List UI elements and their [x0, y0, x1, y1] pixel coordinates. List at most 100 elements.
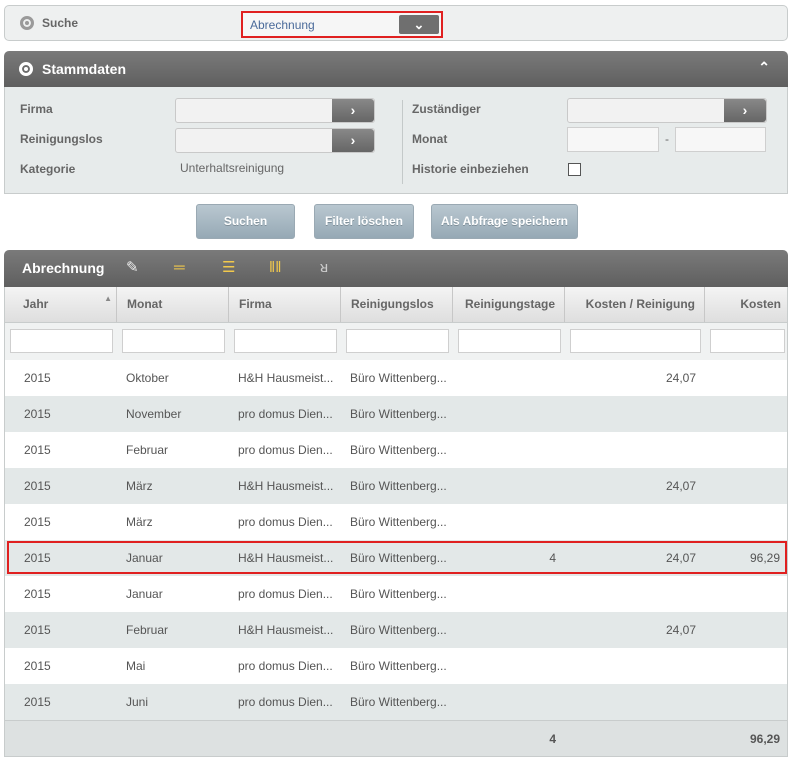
table-row[interactable]: 2015 Januar pro domus Dien... Büro Witte… — [4, 576, 788, 612]
chevron-up-icon[interactable]: ⌃ — [758, 59, 770, 76]
search-select[interactable]: Abrechnung ⌄ — [241, 11, 443, 38]
cell-jahr: 2015 — [24, 659, 51, 673]
cell-reinigungslos: Büro Wittenberg... — [350, 479, 447, 493]
cell-kosten — [709, 612, 780, 648]
filter-firma-input[interactable] — [234, 329, 337, 353]
multi-line-icon[interactable]: ☰ — [222, 258, 235, 278]
grid-column-headers: Jahr ▲ Monat Firma Reinigungslos Reinigu… — [4, 287, 788, 323]
cell-reinigungslos: Büro Wittenberg... — [350, 515, 447, 529]
column-header-kosten[interactable]: Kosten — [705, 287, 787, 322]
cell-firma: pro domus Dien... — [238, 443, 333, 457]
sort-asc-icon: ▲ — [104, 294, 112, 303]
reinigungslos-label: Reinigungslos — [20, 132, 103, 146]
cell-kosten-reinigung: 24,07 — [665, 371, 696, 385]
columns-icon[interactable]: ‖‖ — [269, 258, 281, 278]
cell-kosten — [709, 684, 780, 720]
gear-icon — [20, 16, 34, 30]
cell-kosten — [709, 396, 780, 432]
cell-jahr: 2015 — [24, 695, 51, 709]
monat-to-input[interactable] — [675, 127, 766, 152]
cell-jahr: 2015 — [24, 623, 51, 637]
stammdaten-header: Stammdaten ⌃ — [4, 51, 788, 87]
cell-reinigungslos: Büro Wittenberg... — [350, 659, 447, 673]
cell-jahr: 2015 — [24, 443, 51, 457]
cell-firma: pro domus Dien... — [238, 587, 333, 601]
chevron-right-icon[interactable]: › — [332, 129, 374, 152]
column-header-firma[interactable]: Firma — [229, 287, 341, 322]
cell-jahr: 2015 — [24, 371, 51, 385]
column-header-kosten-reinigung[interactable]: Kosten / Reinigung — [565, 287, 705, 322]
cell-kosten-reinigung: 24,07 — [665, 479, 696, 493]
cell-jahr: 2015 — [24, 407, 51, 421]
cell-firma: pro domus Dien... — [238, 515, 333, 529]
cell-kosten — [709, 648, 780, 684]
column-header-monat[interactable]: Monat — [117, 287, 229, 322]
table-row[interactable]: 2015 Juni pro domus Dien... Büro Wittenb… — [4, 684, 788, 720]
column-header-reinigungslos[interactable]: Reinigungslos — [341, 287, 453, 322]
cell-monat: Februar — [126, 443, 169, 457]
cell-reinigungslos: Büro Wittenberg... — [350, 443, 447, 457]
suchen-button[interactable]: Suchen — [196, 204, 295, 239]
table-row[interactable]: 2015 November pro domus Dien... Büro Wit… — [4, 396, 788, 432]
single-line-icon[interactable]: ═ — [174, 258, 185, 278]
cell-monat: November — [126, 407, 182, 421]
cell-monat: Mai — [126, 659, 146, 673]
firma-picker[interactable]: › — [175, 98, 375, 123]
chevron-right-icon[interactable]: › — [332, 99, 374, 122]
grid-header: Abrechnung ✎ ═ ☰ ‖‖ ᴚ — [4, 250, 788, 287]
table-row[interactable]: 2015 März pro domus Dien... Büro Wittenb… — [4, 504, 788, 540]
cell-kosten-reinigung: 24,07 — [665, 623, 696, 637]
cell-monat: Juni — [126, 695, 149, 709]
filter-monat-input[interactable] — [122, 329, 225, 353]
total-reinigungstage: 4 — [549, 732, 556, 746]
chevron-down-icon[interactable]: ⌄ — [399, 15, 439, 34]
cell-monat: Februar — [126, 623, 169, 637]
table-row[interactable]: 2015 Februar H&H Hausmeist... Büro Witte… — [4, 612, 788, 648]
cell-reinigungstage — [457, 504, 556, 540]
cell-reinigungslos: Büro Wittenberg... — [350, 587, 447, 601]
als-abfrage-speichern-button[interactable]: Als Abfrage speichern — [431, 204, 578, 239]
cell-kosten — [709, 504, 780, 540]
reinigungslos-picker[interactable]: › — [175, 128, 375, 153]
filter-jahr-input[interactable] — [10, 329, 113, 353]
filter-kosten-input[interactable] — [710, 329, 785, 353]
cell-kosten-reinigung — [569, 648, 696, 684]
filter-reinigungslos-input[interactable] — [346, 329, 449, 353]
filter-loeschen-button[interactable]: Filter löschen — [314, 204, 414, 239]
filter-kosten-reinigung-input[interactable] — [570, 329, 701, 353]
cell-kosten-reinigung — [569, 576, 696, 612]
search-label: Suche — [42, 16, 79, 30]
cell-kosten-reinigung — [569, 432, 696, 468]
monat-from-input[interactable] — [567, 127, 659, 152]
filter-reinigungstage-input[interactable] — [458, 329, 561, 353]
historie-checkbox[interactable] — [568, 163, 581, 176]
edit-icon[interactable]: ✎ — [126, 258, 139, 278]
table-row[interactable]: 2015 März H&H Hausmeist... Büro Wittenbe… — [4, 468, 788, 504]
search-bar: Suche Abrechnung ⌄ — [4, 5, 788, 41]
cell-reinigungstage — [457, 468, 556, 504]
zustaendiger-label: Zuständiger — [412, 102, 481, 116]
stammdaten-title: Stammdaten — [42, 61, 127, 77]
cell-jahr: 2015 — [24, 515, 51, 529]
cell-kosten-reinigung — [569, 504, 696, 540]
zustaendiger-picker[interactable]: › — [567, 98, 767, 123]
total-kosten: 96,29 — [749, 732, 780, 746]
filter-icon[interactable]: ᴚ — [320, 258, 328, 278]
cell-monat: Oktober — [126, 371, 169, 385]
cell-firma: pro domus Dien... — [238, 407, 333, 421]
cell-jahr: 2015 — [24, 587, 51, 601]
chevron-right-icon[interactable]: › — [724, 99, 766, 122]
kategorie-label: Kategorie — [20, 162, 76, 176]
divider — [402, 100, 403, 184]
column-header-reinigungstage[interactable]: Reinigungstage — [453, 287, 565, 322]
monat-separator: - — [665, 132, 669, 146]
table-row[interactable]: 2015 Mai pro domus Dien... Büro Wittenbe… — [4, 648, 788, 684]
table-row[interactable]: 2015 Oktober H&H Hausmeist... Büro Witte… — [4, 360, 788, 396]
cell-reinigungslos: Büro Wittenberg... — [350, 623, 447, 637]
cell-monat: März — [126, 515, 153, 529]
column-header-jahr[interactable]: Jahr ▲ — [5, 287, 117, 322]
cell-reinigungstage — [457, 648, 556, 684]
table-row[interactable]: 2015 Februar pro domus Dien... Büro Witt… — [4, 432, 788, 468]
column-header-label: Jahr — [23, 297, 49, 311]
cell-reinigungstage — [457, 684, 556, 720]
